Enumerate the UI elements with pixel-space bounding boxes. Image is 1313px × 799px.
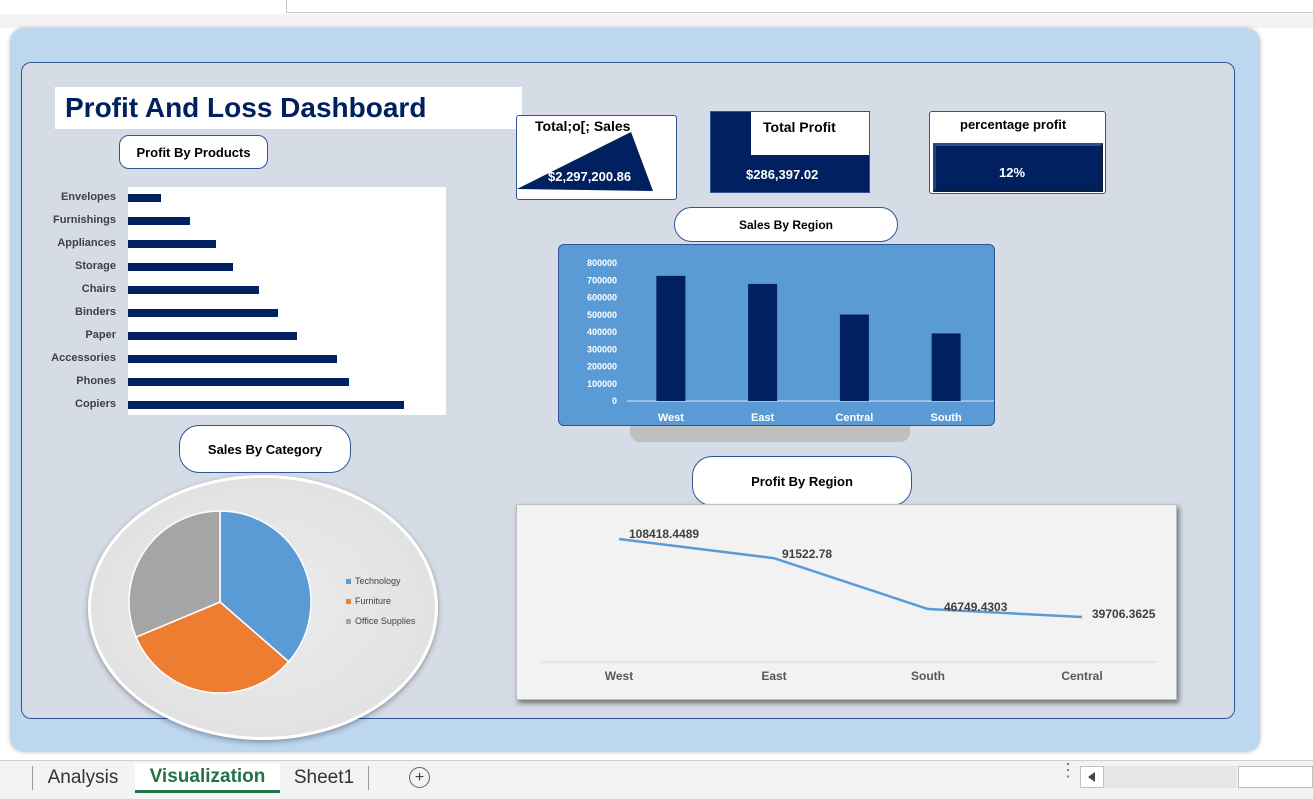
tick-label: 700000	[587, 275, 617, 285]
tick-label: Appliances	[57, 237, 116, 249]
bar	[839, 314, 869, 401]
tick-label: 300000	[587, 344, 617, 354]
bar	[128, 355, 338, 363]
total-profit-value: $286,397.02	[746, 167, 819, 182]
tick-label: Central	[1061, 669, 1102, 683]
data-label: 108418.4489	[629, 527, 699, 541]
legend-entry: Office Supplies	[346, 616, 415, 626]
sales-by-region-title[interactable]: Sales By Region	[674, 207, 898, 242]
sales-by-category-pie	[128, 510, 312, 694]
tick-label: 400000	[587, 327, 617, 337]
bar	[128, 217, 190, 225]
tab-separator	[368, 766, 369, 790]
bar	[931, 333, 961, 401]
total-profit-label: Total Profit	[763, 119, 836, 135]
percentage-profit-value: 12%	[999, 165, 1026, 180]
tab-visualization[interactable]: Visualization	[135, 763, 280, 793]
data-label: 39706.3625	[1092, 607, 1156, 621]
legend-entry: Technology	[346, 576, 401, 586]
total-profit-card[interactable]: Total Profit $286,397.02	[710, 111, 870, 193]
profit-by-products-title[interactable]: Profit By Products	[119, 135, 268, 169]
bar	[128, 309, 278, 317]
total-sales-card[interactable]: Total;o[; Sales $2,297,200.86	[516, 115, 677, 200]
profit-by-region-chart[interactable]: 108418.4489 91522.78 46749.4303 39706.3625 W…	[516, 504, 1177, 700]
tick-label: Phones	[76, 375, 116, 387]
tick-label: Paper	[85, 329, 116, 341]
tick-label: Accessories	[51, 352, 116, 364]
tick-label: Copiers	[75, 398, 116, 410]
tick-label: 0	[612, 396, 617, 406]
scroll-right-area[interactable]	[1238, 766, 1313, 788]
grid-band	[0, 14, 1313, 28]
sales-by-category-title[interactable]: Sales By Category	[179, 425, 351, 473]
sales-by-region-chart[interactable]: 800000 700000 600000 500000 400000 300000 2000…	[558, 244, 995, 426]
bar	[656, 275, 686, 401]
tick-label: 600000	[587, 293, 617, 303]
legend-swatch	[346, 578, 351, 584]
bar	[128, 378, 350, 386]
tick-label: 200000	[587, 362, 617, 372]
tick-label: Furnishings	[53, 214, 116, 226]
tab-sheet1[interactable]: Sheet1	[285, 763, 363, 793]
percentage-profit-card[interactable]: percentage profit 12%	[929, 111, 1106, 194]
tick-label: East	[751, 412, 775, 424]
tab-separator	[32, 766, 33, 790]
series-line	[618, 537, 1083, 619]
tick-label: Central	[835, 412, 873, 424]
legend-swatch	[346, 618, 351, 624]
data-label: 46749.4303	[944, 600, 1008, 614]
legend-label: Office Supplies	[355, 616, 416, 626]
tick-label: 800000	[587, 258, 617, 268]
profit-by-region-title[interactable]: Profit By Region	[692, 456, 912, 506]
bar	[128, 263, 233, 271]
percentage-profit-label: percentage profit	[960, 117, 1067, 132]
scroll-left-button[interactable]	[1080, 766, 1104, 788]
excel-window: Profit And Loss Dashboard Profit By Prod…	[0, 0, 1313, 799]
tick-label: South	[911, 669, 945, 683]
total-sales-value: $2,297,200.86	[548, 169, 632, 184]
tick-label: 100000	[587, 379, 617, 389]
tick-label: Binders	[75, 306, 116, 318]
sales-by-region-svg: 800000 700000 600000 500000 400000 300000 2000…	[587, 258, 994, 424]
bar	[128, 240, 217, 248]
tick-label: East	[761, 669, 786, 683]
bar	[128, 332, 297, 340]
tick-label: South	[931, 412, 962, 424]
legend-entry: Furniture	[346, 596, 391, 606]
tick-label: Chairs	[81, 283, 116, 295]
add-sheet-button[interactable]: +	[409, 767, 430, 788]
tab-splitter-icon[interactable]: ⋮	[1059, 761, 1077, 779]
page-title: Profit And Loss Dashboard	[65, 92, 427, 123]
tick-label: West	[605, 669, 633, 683]
legend-swatch	[346, 598, 351, 604]
tick-label: 500000	[587, 310, 617, 320]
data-label: 91522.78	[782, 547, 832, 561]
triangle-left-icon	[1088, 772, 1095, 782]
legend-label: Furniture	[355, 596, 392, 606]
bar	[748, 283, 778, 401]
total-sales-label: Total;o[; Sales	[535, 118, 631, 134]
title-box[interactable]: Profit And Loss Dashboard	[55, 87, 522, 129]
bar	[128, 286, 259, 294]
tab-analysis[interactable]: Analysis	[40, 763, 126, 793]
tick-label: Storage	[75, 260, 116, 272]
profit-by-region-svg: 108418.4489 91522.78 46749.4303 39706.3625 W…	[541, 527, 1157, 683]
bar	[128, 194, 162, 202]
tick-label: West	[658, 412, 684, 424]
legend-label: Technology	[355, 576, 401, 586]
horizontal-scrollbar[interactable]	[1104, 766, 1237, 788]
bar	[128, 401, 404, 409]
formula-bar[interactable]	[286, 0, 1313, 13]
tick-label: Envelopes	[60, 191, 116, 203]
